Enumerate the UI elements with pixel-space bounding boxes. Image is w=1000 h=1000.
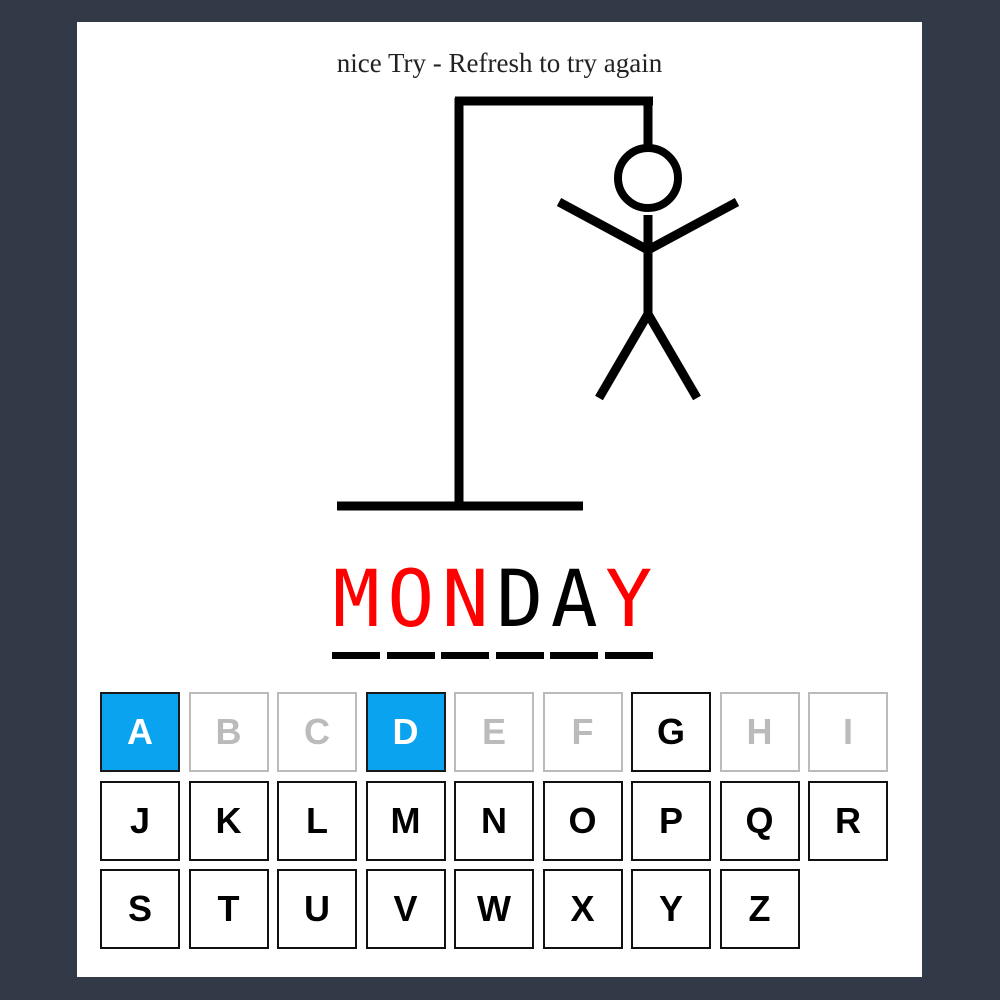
key-k[interactable]: K [188, 780, 269, 861]
key-i: I [808, 692, 888, 772]
letter-underline [604, 652, 653, 659]
key-f: F [542, 692, 623, 772]
word-letter-slot: Y [602, 560, 657, 659]
key-l[interactable]: L [277, 780, 357, 861]
key-c: C [277, 692, 357, 772]
key-s[interactable]: S [100, 869, 180, 949]
word-letter-slot: O [384, 560, 439, 659]
key-e: E [454, 692, 534, 772]
word-letter-slot: D [493, 560, 548, 659]
word-letter: Y [605, 555, 653, 645]
letter-underline [386, 652, 435, 659]
letter-underline [550, 652, 599, 659]
key-x[interactable]: X [542, 869, 623, 949]
key-r[interactable]: R [808, 780, 888, 861]
letter-underline [441, 652, 490, 659]
key-m[interactable]: M [365, 780, 446, 861]
key-n[interactable]: N [454, 780, 534, 861]
key-t[interactable]: T [188, 869, 269, 949]
key-d: D [365, 692, 446, 772]
key-h: H [719, 692, 800, 772]
key-y[interactable]: Y [631, 869, 711, 949]
hangman-head [614, 144, 682, 212]
hangman-left-leg [595, 311, 652, 401]
key-g[interactable]: G [631, 692, 711, 772]
word-display: MONDAY [329, 560, 656, 659]
word-letter: N [441, 555, 489, 645]
key-v[interactable]: V [365, 869, 446, 949]
key-q[interactable]: Q [719, 780, 800, 861]
word-letter-slot: N [438, 560, 493, 659]
word-letter-slot: A [547, 560, 602, 659]
word-letter-slot: M [329, 560, 384, 659]
word-letter: M [332, 555, 380, 645]
letter-underline [332, 652, 381, 659]
hangman-drawing [337, 96, 740, 511]
key-z[interactable]: Z [719, 869, 800, 949]
word-letter: O [387, 555, 435, 645]
hangman-right-leg [644, 311, 701, 401]
word-letter: D [496, 555, 544, 645]
word-letter: A [550, 555, 598, 645]
game-panel: nice Try - Refresh to try again MONDAY A… [77, 22, 922, 977]
letter-keyboard: ABCDEFGHI JKLMNOPQR STUVWXYZ [100, 692, 888, 949]
key-b: B [188, 692, 269, 772]
key-o[interactable]: O [542, 780, 623, 861]
key-p[interactable]: P [631, 780, 711, 861]
letter-underline [495, 652, 544, 659]
key-a: A [100, 692, 180, 772]
key-u[interactable]: U [277, 869, 357, 949]
key-w[interactable]: W [454, 869, 534, 949]
key-j[interactable]: J [100, 780, 180, 861]
